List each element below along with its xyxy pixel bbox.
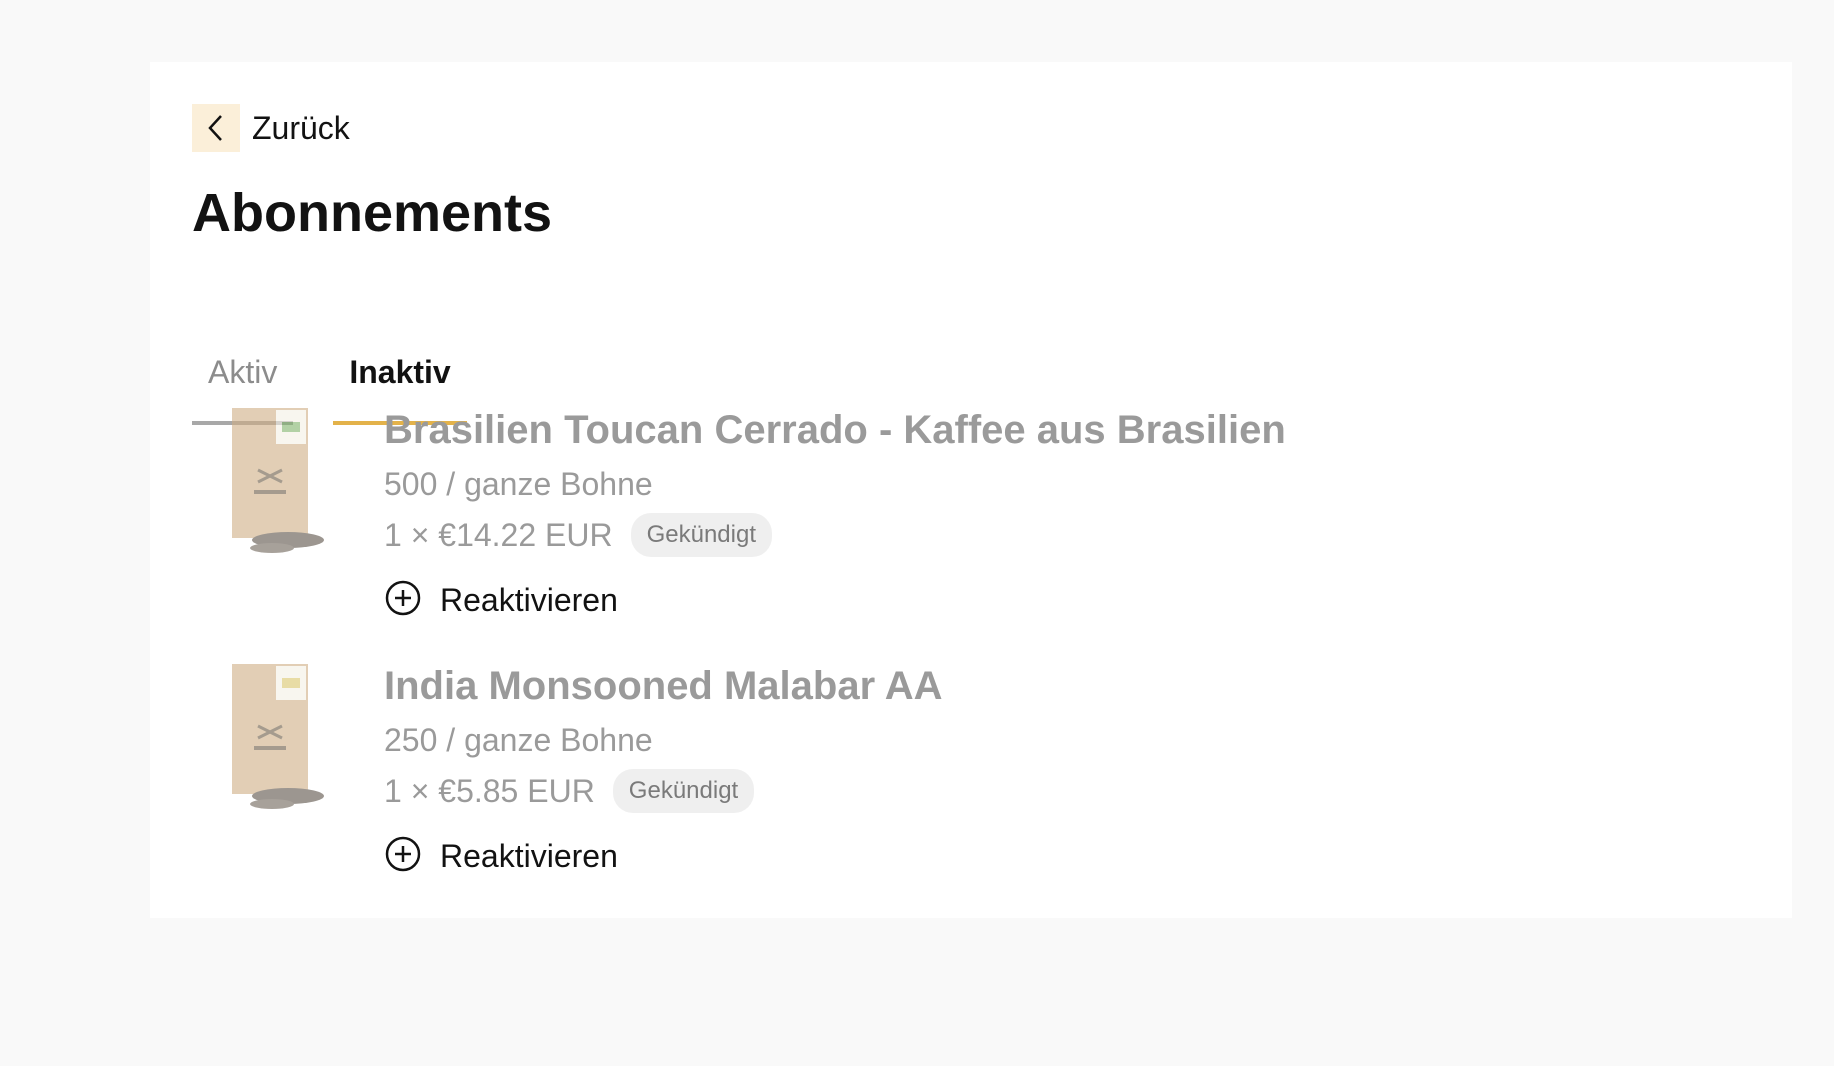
subscriptions-card: Zurück Abonnements Aktiv Inaktiv Brasili… [150, 62, 1792, 918]
subscription-item: India Monsooned Malabar AA 250 / ganze B… [192, 658, 943, 878]
reactivate-label: Reaktivieren [440, 838, 618, 874]
subscription-title: India Monsooned Malabar AA [384, 664, 943, 708]
reactivate-button[interactable]: Reaktivieren [384, 579, 1286, 622]
back-button[interactable]: Zurück [192, 104, 350, 152]
subscription-item: Brasilien Toucan Cerrado - Kaffee aus Br… [192, 402, 1286, 622]
subscription-price: 1 × €5.85 EUR [384, 772, 595, 809]
subscription-variant: 250 / ganze Bohne [384, 722, 653, 758]
product-image [192, 658, 344, 816]
product-image [192, 402, 344, 560]
plus-circle-icon [384, 579, 422, 622]
status-badge: Gekündigt [612, 769, 755, 813]
plus-circle-icon [384, 835, 422, 878]
reactivate-label: Reaktivieren [440, 582, 618, 618]
subscription-price: 1 × €14.22 EUR [384, 516, 613, 553]
subscription-title: Brasilien Toucan Cerrado - Kaffee aus Br… [384, 408, 1286, 452]
status-badge: Gekündigt [630, 513, 772, 557]
back-label: Zurück [252, 109, 350, 146]
subscription-variant: 500 / ganze Bohne [384, 466, 653, 502]
page-title: Abonnements [192, 183, 553, 243]
reactivate-button[interactable]: Reaktivieren [384, 835, 943, 878]
chevron-left-icon [192, 104, 240, 152]
